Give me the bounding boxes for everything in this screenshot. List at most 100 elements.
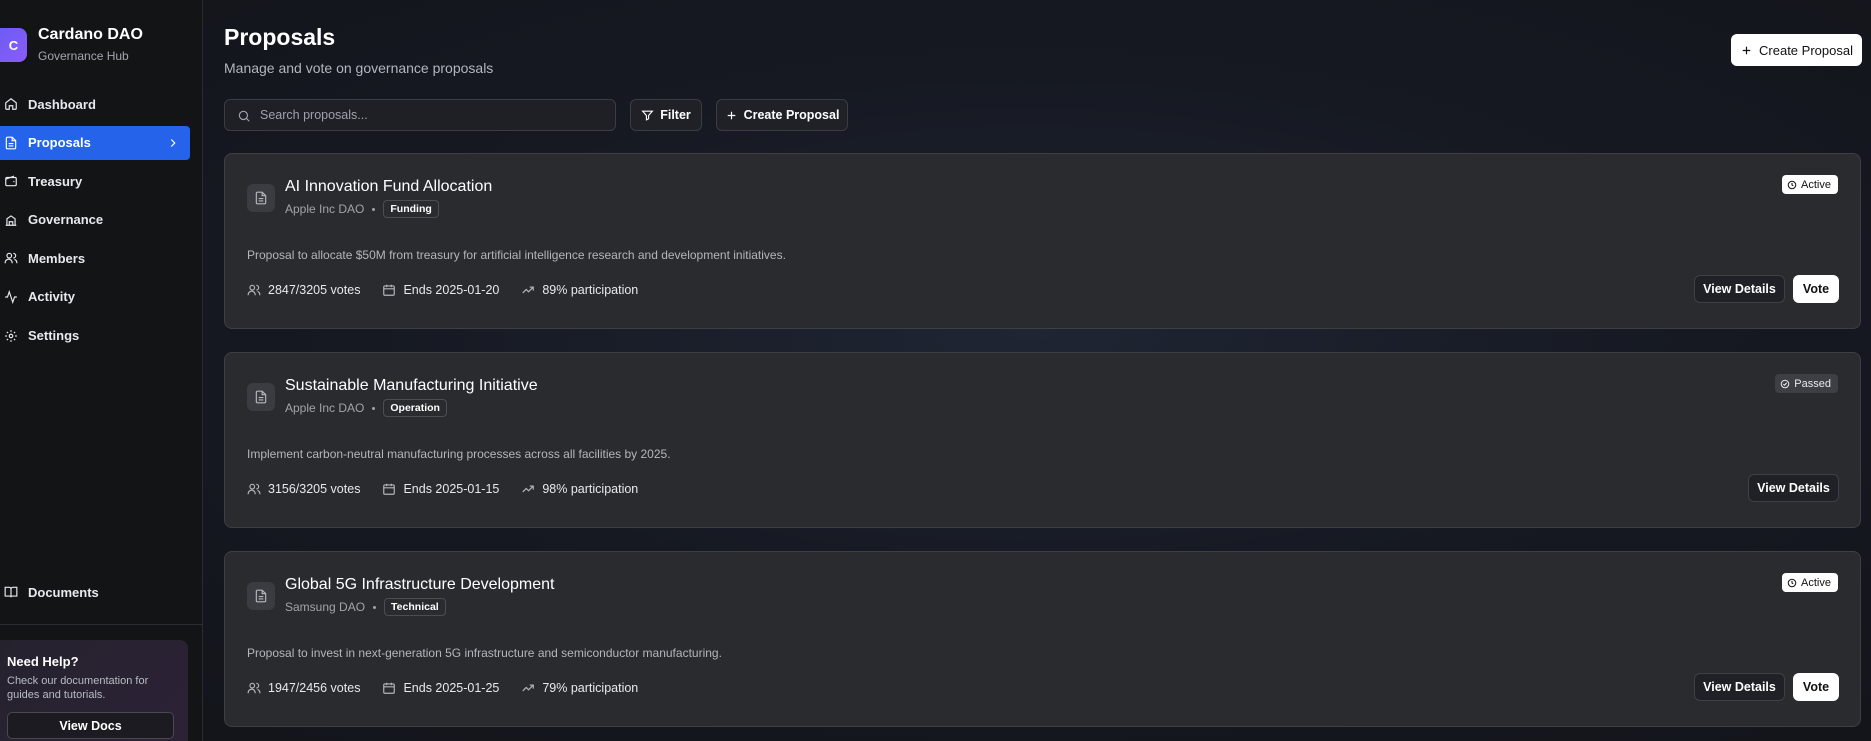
help-title: Need Help?: [7, 654, 79, 669]
end-date: Ends 2025-01-25: [403, 681, 500, 695]
category-tag: Operation: [383, 399, 447, 417]
proposal-card[interactable]: AI Innovation Fund Allocation Apple Inc …: [224, 153, 1861, 329]
votes-count: 3156/3205 votes: [268, 482, 361, 496]
sidebar-nav: Dashboard Proposals Treasury Governance …: [0, 87, 190, 357]
status-badge: Active: [1782, 573, 1838, 592]
plus-icon: [727, 111, 735, 119]
calendar-icon: [383, 483, 396, 495]
search-placeholder: Search proposals...: [260, 108, 368, 122]
filter-icon: [641, 110, 654, 121]
category-tag: Funding: [383, 200, 439, 218]
sidebar-item-label: Activity: [28, 289, 75, 305]
status-badge: Passed: [1775, 374, 1838, 393]
check-circle-icon: [1781, 379, 1790, 388]
chevron-right-icon: [170, 138, 176, 147]
proposal-title[interactable]: Global 5G Infrastructure Development: [285, 576, 554, 594]
users-icon: [247, 284, 261, 296]
sidebar-item-governance[interactable]: Governance: [0, 203, 190, 237]
proposal-meta: Samsung DAO Technical: [285, 598, 446, 616]
sidebar-item-settings[interactable]: Settings: [0, 319, 190, 353]
votes-count: 1947/2456 votes: [268, 681, 361, 695]
participation-stat: 89% participation: [521, 283, 638, 297]
end-date: Ends 2025-01-20: [403, 283, 500, 297]
documents-label: Documents: [28, 584, 99, 600]
proposal-card[interactable]: Global 5G Infrastructure Development Sam…: [224, 551, 1861, 727]
status-label: Active: [1801, 576, 1831, 589]
sidebar-item-label: Treasury: [28, 173, 83, 189]
activity-icon: [5, 289, 17, 304]
proposal-stats: 1947/2456 votes Ends 2025-01-25 79% part…: [247, 681, 660, 695]
proposal-meta: Apple Inc DAO Funding: [285, 200, 439, 218]
sidebar-item-documents[interactable]: Documents: [0, 582, 190, 602]
participation-rate: 89% participation: [542, 283, 639, 297]
proposal-title[interactable]: Sustainable Manufacturing Initiative: [285, 377, 538, 395]
ends-stat: Ends 2025-01-15: [382, 482, 499, 496]
sidebar-item-label: Members: [28, 250, 86, 266]
vote-button[interactable]: Vote: [1793, 275, 1839, 303]
category-tag: Technical: [384, 598, 446, 616]
sidebar-item-label: Proposals: [28, 135, 91, 151]
end-date: Ends 2025-01-15: [403, 482, 500, 496]
proposal-description: Proposal to allocate $50M from treasury …: [247, 248, 786, 262]
wallet-icon: [5, 175, 17, 187]
vote-button[interactable]: Vote: [1793, 673, 1839, 701]
document-icon: [247, 582, 275, 610]
sidebar-item-activity[interactable]: Activity: [0, 280, 190, 314]
brand-title: Cardano DAO: [38, 26, 143, 43]
proposal-description: Proposal to invest in next-generation 5G…: [247, 646, 722, 660]
proposal-title[interactable]: AI Innovation Fund Allocation: [285, 178, 492, 196]
plus-icon: [1742, 46, 1751, 54]
trending-up-icon: [522, 286, 535, 294]
view-details-button[interactable]: View Details: [1694, 275, 1785, 303]
filter-button[interactable]: Filter: [630, 99, 702, 131]
search-input[interactable]: Search proposals...: [224, 99, 616, 131]
trending-up-icon: [522, 684, 535, 692]
document-icon: [247, 383, 275, 411]
view-docs-button[interactable]: View Docs: [7, 712, 174, 739]
create-proposal-button[interactable]: Create Proposal: [1731, 34, 1862, 66]
votes-stat: 3156/3205 votes: [247, 482, 360, 496]
status-badge: Active: [1782, 175, 1838, 194]
create-proposal-label: Create Proposal: [1759, 42, 1853, 58]
users-icon: [4, 253, 18, 264]
participation-rate: 98% participation: [542, 482, 639, 496]
view-details-button[interactable]: View Details: [1748, 474, 1839, 502]
search-icon: [238, 110, 250, 122]
toolbar-create-proposal-button[interactable]: Create Proposal: [716, 99, 848, 131]
proposal-org: Apple Inc DAO: [285, 401, 365, 415]
sidebar-item-treasury[interactable]: Treasury: [0, 164, 190, 198]
brand-subtitle: Governance Hub: [38, 49, 129, 63]
file-icon: [5, 136, 17, 150]
status-label: Active: [1801, 178, 1831, 191]
sidebar-item-label: Governance: [28, 212, 104, 228]
help-text: Check our documentation for guides and t…: [7, 675, 149, 701]
sidebar-divider: [0, 624, 203, 625]
proposal-stats: 3156/3205 votes Ends 2025-01-15 98% part…: [247, 482, 660, 496]
separator-dot: [372, 406, 376, 410]
trending-up-icon: [522, 485, 535, 493]
ends-stat: Ends 2025-01-25: [382, 681, 499, 695]
filter-label: Filter: [660, 108, 691, 122]
status-label: Passed: [1794, 377, 1831, 390]
book-icon: [4, 586, 18, 598]
gear-icon: [5, 329, 17, 342]
sidebar: C Cardano DAO Governance Hub Dashboard P…: [0, 0, 203, 741]
calendar-icon: [383, 682, 396, 694]
landmark-icon: [5, 214, 17, 226]
clock-icon: [1787, 578, 1797, 587]
brand[interactable]: C Cardano DAO Governance Hub: [0, 24, 200, 68]
sidebar-item-proposals[interactable]: Proposals: [0, 125, 190, 160]
participation-stat: 98% participation: [521, 482, 638, 496]
clock-icon: [1787, 180, 1797, 189]
votes-stat: 1947/2456 votes: [247, 681, 360, 695]
toolbar-create-label: Create Proposal: [743, 108, 840, 122]
sidebar-item-dashboard[interactable]: Dashboard: [0, 87, 190, 121]
help-panel: Need Help? Check our documentation for g…: [0, 640, 188, 741]
page-subtitle: Manage and vote on governance proposals: [224, 60, 494, 76]
proposal-meta: Apple Inc DAO Operation: [285, 399, 447, 417]
view-details-button[interactable]: View Details: [1694, 673, 1785, 701]
sidebar-item-members[interactable]: Members: [0, 241, 190, 275]
users-icon: [247, 483, 261, 495]
proposal-card[interactable]: Sustainable Manufacturing Initiative App…: [224, 352, 1861, 528]
calendar-icon: [383, 284, 396, 296]
